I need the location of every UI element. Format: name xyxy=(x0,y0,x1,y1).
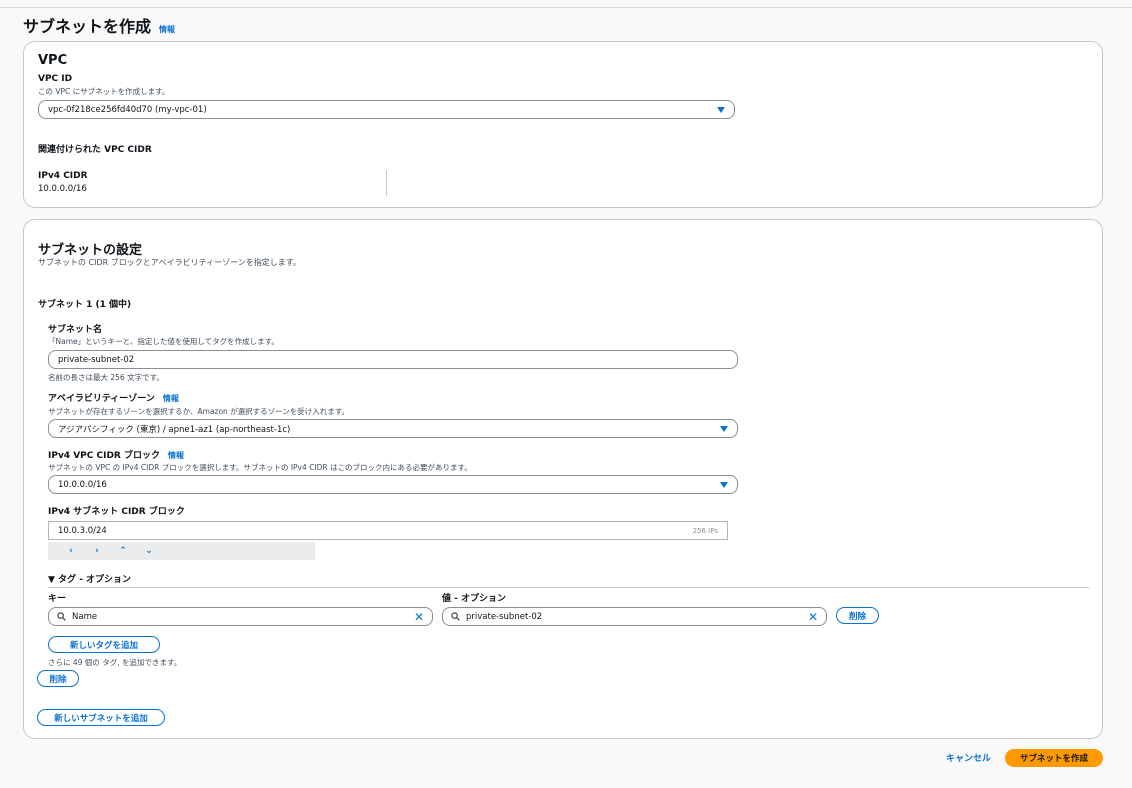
az-label: アベイラビリティーゾーン xyxy=(48,394,155,404)
subnet-name-label: サブネット名 xyxy=(48,325,103,335)
page-title: サブネットを作成 xyxy=(23,17,152,36)
subnet-settings-panel: サブネットの設定 サブネットの CIDR ブロックとアベイラビリティーゾーンを指… xyxy=(23,219,1103,739)
search-icon xyxy=(57,612,66,621)
caret-down-icon xyxy=(717,106,725,113)
add-subnet-button[interactable]: 新しいサブネットを追加 xyxy=(37,709,165,726)
remove-tag-button[interactable]: 削除 xyxy=(836,607,879,624)
subnet-name-input[interactable]: private-subnet-02 xyxy=(48,350,738,369)
az-select[interactable]: アジアパシフィック (東京) / apne1-az1 (ap-northeast… xyxy=(48,419,738,438)
az-label-row: アベイラビリティーゾーン 情報 xyxy=(48,391,179,404)
tag-value-input[interactable]: private-subnet-02 ✕ xyxy=(442,607,827,626)
caret-down-icon xyxy=(720,481,728,488)
chevron-left-icon[interactable]: ‹ xyxy=(58,546,84,556)
remove-subnet-button[interactable]: 削除 xyxy=(37,670,79,687)
az-info-link[interactable]: 情報 xyxy=(163,393,179,404)
column-divider xyxy=(386,170,387,196)
tag-value-header: 値 - オプション xyxy=(442,594,507,604)
vpc-id-label: VPC ID xyxy=(38,74,73,84)
clear-icon[interactable]: ✕ xyxy=(808,611,818,623)
az-description: サブネットが存在するゾーンを選択するか、Amazon が選択するゾーンを受け入れ… xyxy=(48,407,350,416)
associated-cidr-heading: 関連付けられた VPC CIDR xyxy=(38,145,152,155)
vpc-cidr-label: IPv4 VPC CIDR ブロック xyxy=(48,451,160,461)
vpc-cidr-info-link[interactable]: 情報 xyxy=(168,450,184,461)
ipv4-cidr-label: IPv4 CIDR xyxy=(38,171,88,181)
search-icon xyxy=(451,612,460,621)
top-divider xyxy=(0,7,1132,8)
ipv4-cidr-value: 10.0.0.0/16 xyxy=(38,184,87,194)
tag-key-input[interactable]: Name ✕ xyxy=(48,607,433,626)
cancel-button[interactable]: キャンセル xyxy=(946,751,991,764)
subnet-cidr-input[interactable]: 10.0.3.0/24 256 IPs xyxy=(48,521,728,540)
caret-down-icon xyxy=(720,425,728,432)
chevron-right-icon[interactable]: › xyxy=(84,546,110,556)
tag-limit-hint: さらに 49 個の タグ, を追加できます。 xyxy=(48,658,182,667)
chevron-down-icon[interactable]: ⌄ xyxy=(136,546,162,556)
vpc-id-select[interactable]: vpc-0f218ce256fd40d70 (my-vpc-01) xyxy=(38,100,735,119)
subnet-settings-heading: サブネットの設定 xyxy=(38,243,143,258)
vpc-id-select-value: vpc-0f218ce256fd40d70 (my-vpc-01) xyxy=(48,104,207,115)
create-subnet-button[interactable]: サブネットを作成 xyxy=(1005,749,1103,767)
subnet-cidr-label: IPv4 サブネット CIDR ブロック xyxy=(48,507,185,517)
vpc-panel: VPC VPC ID この VPC にサブネットを作成します。 vpc-0f21… xyxy=(23,41,1103,208)
page-header: サブネットを作成 情報 xyxy=(23,13,175,37)
chevron-up-icon[interactable]: ⌃ xyxy=(110,546,136,556)
az-select-value: アジアパシフィック (東京) / apne1-az1 (ap-northeast… xyxy=(58,424,291,435)
tags-divider xyxy=(48,587,1089,588)
tags-expander[interactable]: ▼ タグ - オプション xyxy=(48,572,131,585)
cidr-stepper-bar: ‹ › ⌃ ⌄ xyxy=(48,542,315,560)
subnet-settings-description: サブネットの CIDR ブロックとアベイラビリティーゾーンを指定します。 xyxy=(38,258,301,267)
vpc-cidr-label-row: IPv4 VPC CIDR ブロック 情報 xyxy=(48,448,184,461)
vpc-cidr-select[interactable]: 10.0.0.0/16 xyxy=(48,475,738,494)
vpc-cidr-description: サブネットの VPC の IPv4 CIDR ブロックを選択します。サブネットの… xyxy=(48,463,472,472)
info-link[interactable]: 情報 xyxy=(159,24,175,35)
subnet-count-heading: サブネット 1 (1 個中) xyxy=(38,300,132,310)
subnet-name-hint: 名前の長さは最大 256 文字です。 xyxy=(48,373,164,382)
clear-icon[interactable]: ✕ xyxy=(414,611,424,623)
subnet-name-description: 「Name」というキーと、指定した値を使用してタグを作成します。 xyxy=(48,337,279,346)
tag-key-value: Name xyxy=(72,611,98,622)
vpc-heading: VPC xyxy=(38,53,68,68)
tag-value-value: private-subnet-02 xyxy=(466,611,543,622)
subnet-cidr-value: 10.0.3.0/24 xyxy=(58,525,107,536)
subnet-name-value: private-subnet-02 xyxy=(58,354,135,365)
vpc-cidr-select-value: 10.0.0.0/16 xyxy=(58,479,107,490)
add-tag-button[interactable]: 新しいタグを追加 xyxy=(48,636,160,653)
tag-key-header: キー xyxy=(48,594,67,604)
subnet-cidr-ip-count: 256 IPs xyxy=(692,526,718,535)
vpc-id-description: この VPC にサブネットを作成します。 xyxy=(38,87,170,96)
